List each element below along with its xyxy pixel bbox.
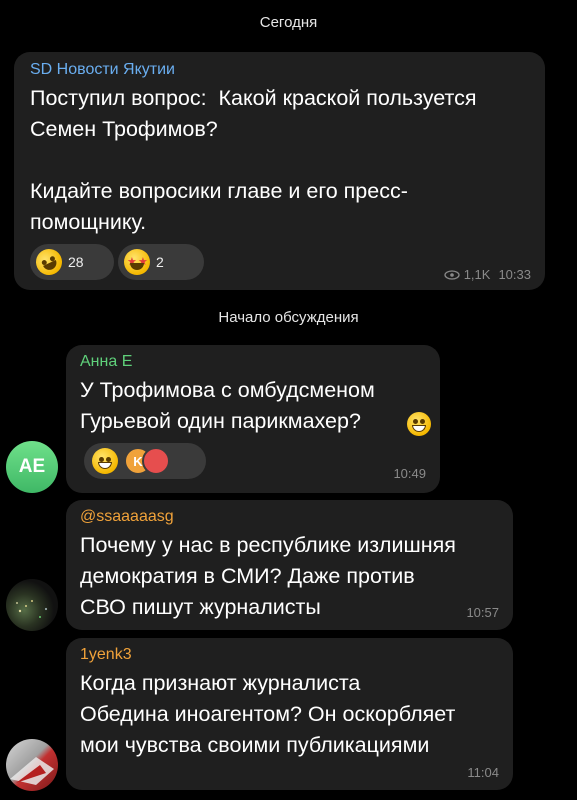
date-header: Сегодня	[259, 14, 318, 31]
comment-text: У Трофимова с омбудсменом Гурьевой один …	[80, 375, 431, 437]
avatar-initials: AE	[18, 456, 46, 477]
rofl-emoji-icon	[31, 244, 67, 280]
comment-author[interactable]: Анна Е	[80, 353, 426, 371]
avatar[interactable]	[6, 739, 58, 791]
comment-time: 10:49	[393, 466, 426, 481]
star-struck-emoji-icon: ★ ★	[124, 249, 150, 275]
comment-text-content: У Трофимова с омбудсменом Гурьевой один …	[80, 378, 375, 433]
grin-emoji-icon	[407, 412, 431, 436]
eye-icon	[444, 269, 460, 280]
avatar[interactable]: AE	[6, 441, 58, 493]
comment-bubble[interactable]: Анна Е У Трофимова с омбудсменом Гурьево…	[66, 345, 440, 493]
avatar-photo	[16, 600, 48, 618]
reaction-grin[interactable]: K	[84, 443, 206, 479]
avatar-photo	[10, 757, 54, 785]
discussion-start-label: Начало обсуждения	[218, 309, 359, 326]
channel-name[interactable]: SD Новости Якутии	[30, 61, 529, 79]
reaction-count: 28	[68, 254, 84, 270]
reactor-avatar	[142, 447, 170, 475]
comment-time: 10:57	[466, 605, 499, 620]
view-count: 1,1K	[463, 267, 491, 282]
grin-emoji-icon	[92, 448, 118, 474]
comment-bubble[interactable]: @ssaaaaasg Почему у нас в республике изл…	[66, 500, 513, 630]
reaction-rofl[interactable]: 28	[30, 244, 114, 280]
post-text: Поступил вопрос: Какой краской пользуетс…	[30, 86, 477, 234]
post-time: 10:33	[498, 267, 531, 282]
comment-text: Когда признают журналиста Обедина иноаге…	[80, 671, 456, 757]
comment-author[interactable]: 1yenk3	[80, 646, 499, 664]
post-meta: 1,1K 10:33	[444, 267, 531, 282]
avatar[interactable]	[6, 579, 58, 631]
comment-text: Почему у нас в республике излишняя демок…	[80, 533, 456, 619]
comment-bubble[interactable]: 1yenk3 Когда признают журналиста Обедина…	[66, 638, 513, 790]
reaction-star-struck[interactable]: ★ ★ 2	[118, 244, 204, 280]
reaction-count: 2	[156, 254, 164, 270]
channel-post-bubble[interactable]: SD Новости Якутии Поступил вопрос: Какой…	[14, 52, 545, 290]
comment-time: 11:04	[467, 765, 499, 780]
comment-author[interactable]: @ssaaaaasg	[80, 508, 499, 526]
